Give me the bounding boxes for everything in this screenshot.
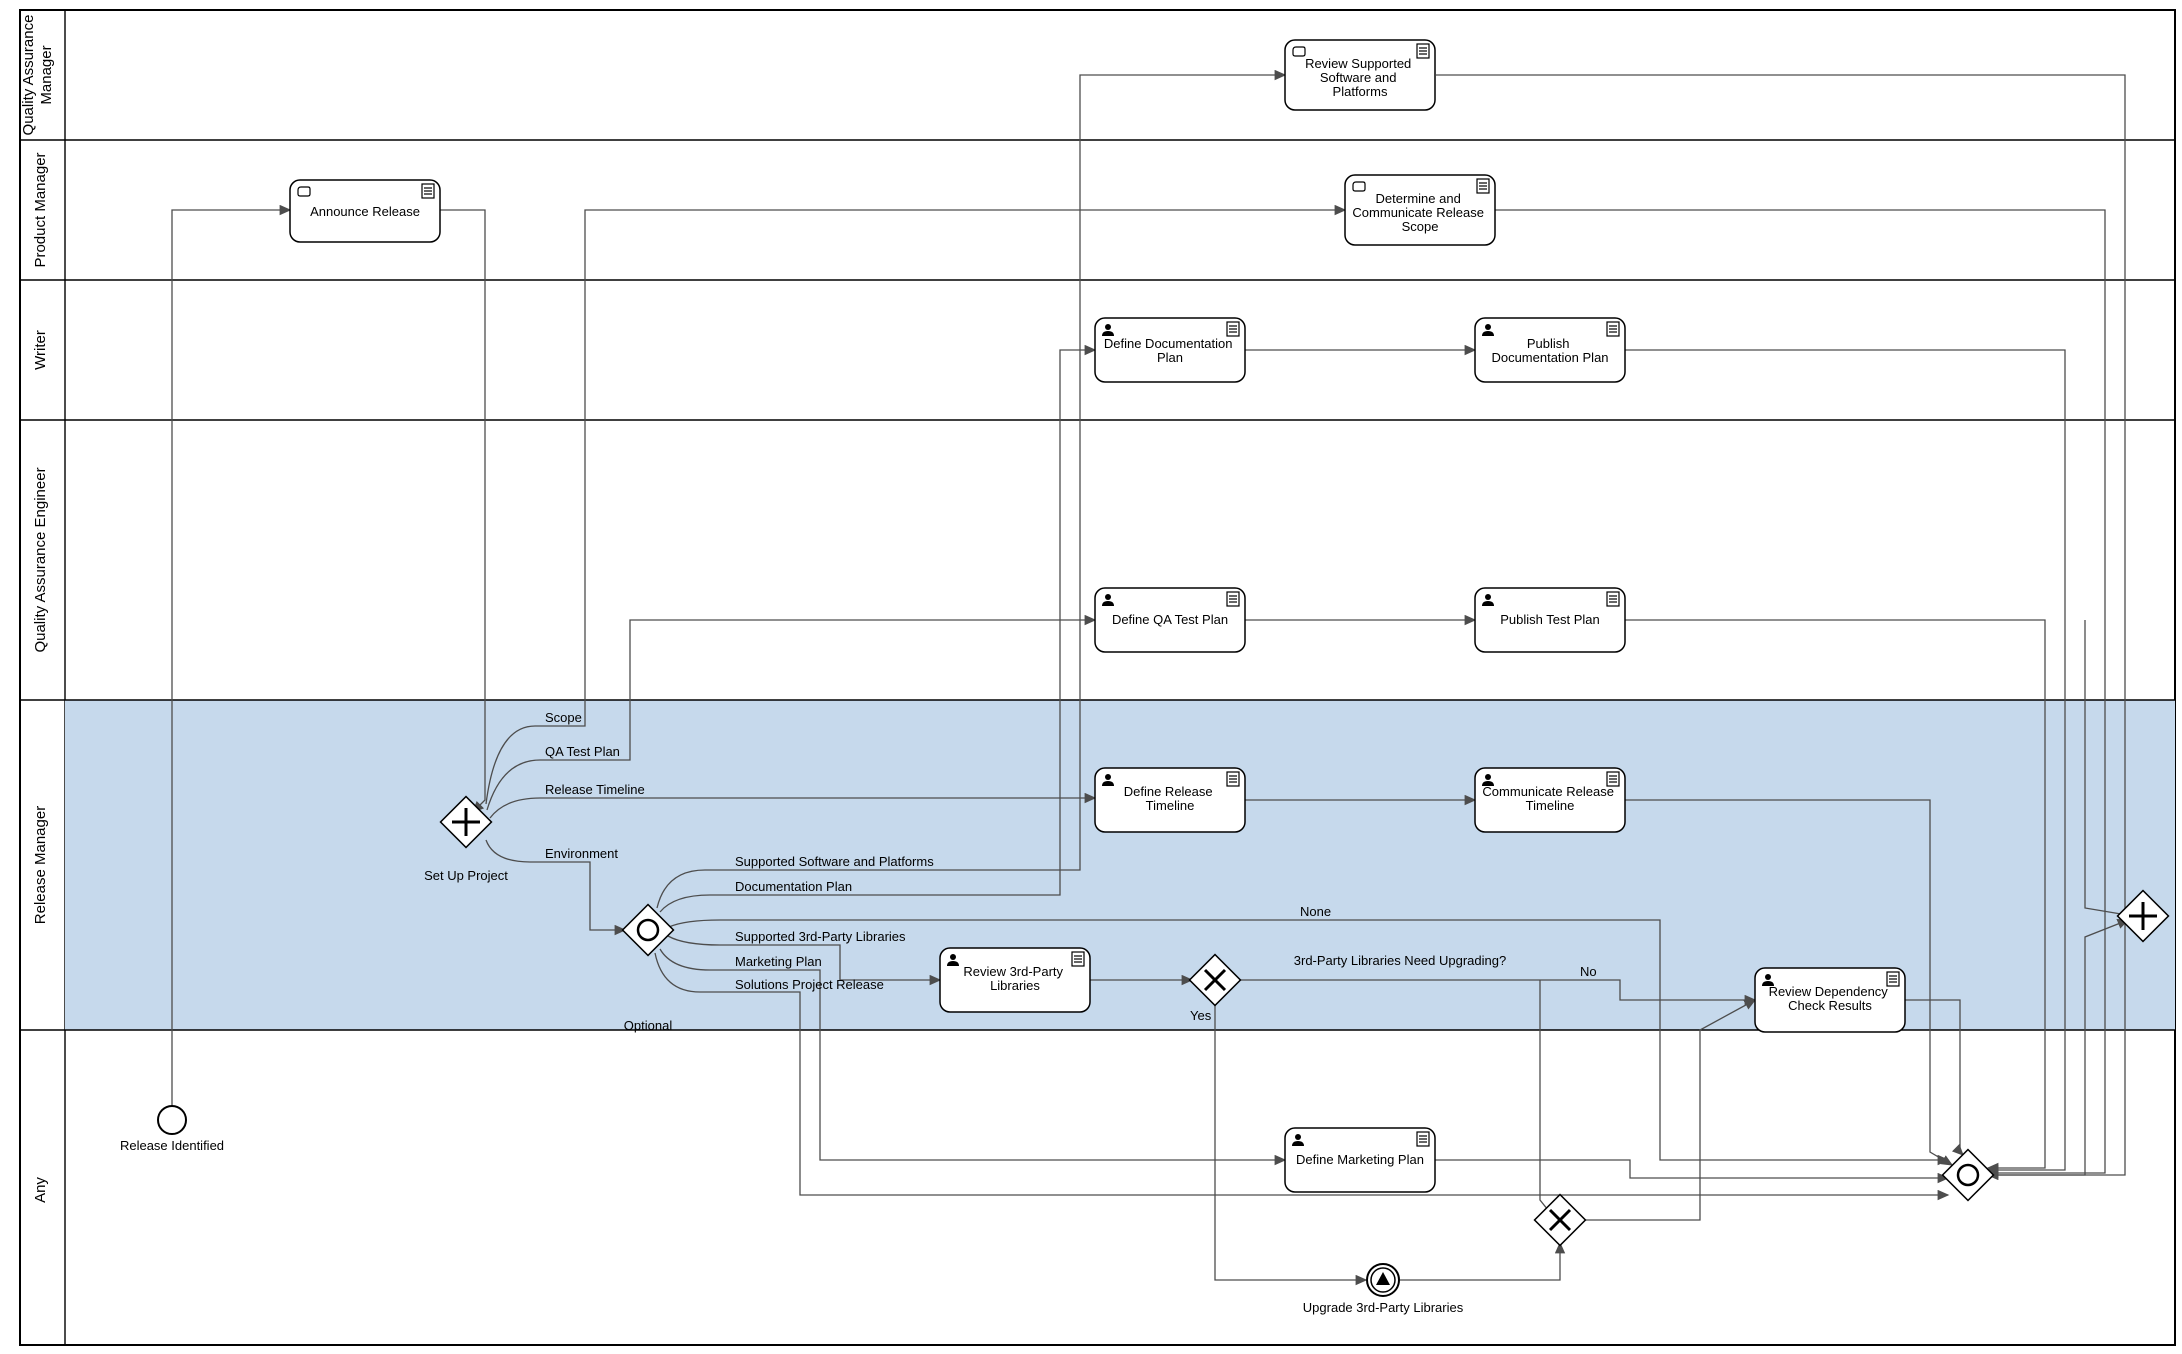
lane-label-any: Any (32, 1177, 49, 1203)
lane-label-qae: Quality Assurance Engineer (32, 467, 49, 652)
flow (1400, 1243, 1560, 1280)
task-label: Define Marketing Plan (1296, 1152, 1424, 1167)
start-event[interactable] (158, 1106, 186, 1134)
task-announce-release[interactable]: Announce Release (290, 180, 440, 242)
edge-label-supported-sw: Supported Software and Platforms (735, 854, 934, 869)
task-def-doc-plan[interactable]: Define Documentation Plan (1095, 318, 1245, 382)
task-label: Announce Release (310, 204, 420, 219)
edge-label-none: None (1300, 904, 1331, 919)
edge-label-marketing-plan: Marketing Plan (735, 954, 822, 969)
edge-label-scope: Scope (545, 710, 582, 725)
task-comm-release-timeline[interactable]: Communicate Release Timeline (1475, 768, 1625, 832)
gateway-label: Set Up Project (424, 868, 508, 883)
task-review-3p[interactable]: Review 3rd-Party Libraries (940, 948, 1090, 1012)
task-def-marketing-plan[interactable]: Define Marketing Plan (1285, 1128, 1435, 1192)
bpmn-diagram: Quality AssuranceManager Product Manager… (0, 0, 2182, 1354)
lane-label-pm: Product Manager (32, 152, 49, 267)
event-label: Upgrade 3rd-Party Libraries (1303, 1300, 1464, 1315)
edge-label-environment: Environment (545, 846, 618, 861)
edge-label-solutions: Solutions Project Release (735, 977, 884, 992)
task-review-dep[interactable]: Review Dependency Check Results (1755, 968, 1905, 1032)
lane-label-qam: Quality AssuranceManager (20, 15, 55, 136)
task-def-release-timeline[interactable]: Define Release Timeline (1095, 768, 1245, 832)
gateway-label: 3rd-Party Libraries Need Upgrading? (1294, 953, 1506, 968)
edge-label-release-timeline: Release Timeline (545, 782, 645, 797)
task-def-qa-plan[interactable]: Define QA Test Plan (1095, 588, 1245, 652)
flow (1435, 1160, 1948, 1178)
start-event-label: Release Identified (120, 1138, 224, 1153)
edge-label-supported-3p: Supported 3rd-Party Libraries (735, 929, 906, 944)
edge-label-qa-test-plan: QA Test Plan (545, 744, 620, 759)
edge-label-no: No (1580, 964, 1597, 979)
task-review-sw-platforms[interactable]: Review Supported Software and Platforms (1285, 40, 1435, 110)
task-label: Define QA Test Plan (1112, 612, 1228, 627)
flow (1583, 1000, 1755, 1220)
gateway-label: Optional (624, 1018, 673, 1033)
lane-label-writer: Writer (32, 330, 49, 370)
lane-label-rm: Release Manager (32, 806, 49, 924)
edge-label-doc-plan: Documentation Plan (735, 879, 852, 894)
task-label: Publish Test Plan (1500, 612, 1600, 627)
edge-label-yes: Yes (1190, 1008, 1212, 1023)
task-pub-test-plan[interactable]: Publish Test Plan (1475, 588, 1625, 652)
event-upgrade-3p[interactable] (1367, 1264, 1399, 1296)
gateway-inclusive-merge[interactable] (1943, 1150, 1994, 1201)
task-pub-doc-plan[interactable]: Publish Documentation Plan (1475, 318, 1625, 382)
task-determine-scope[interactable]: Determine and Communicate Release Scope (1345, 175, 1495, 245)
